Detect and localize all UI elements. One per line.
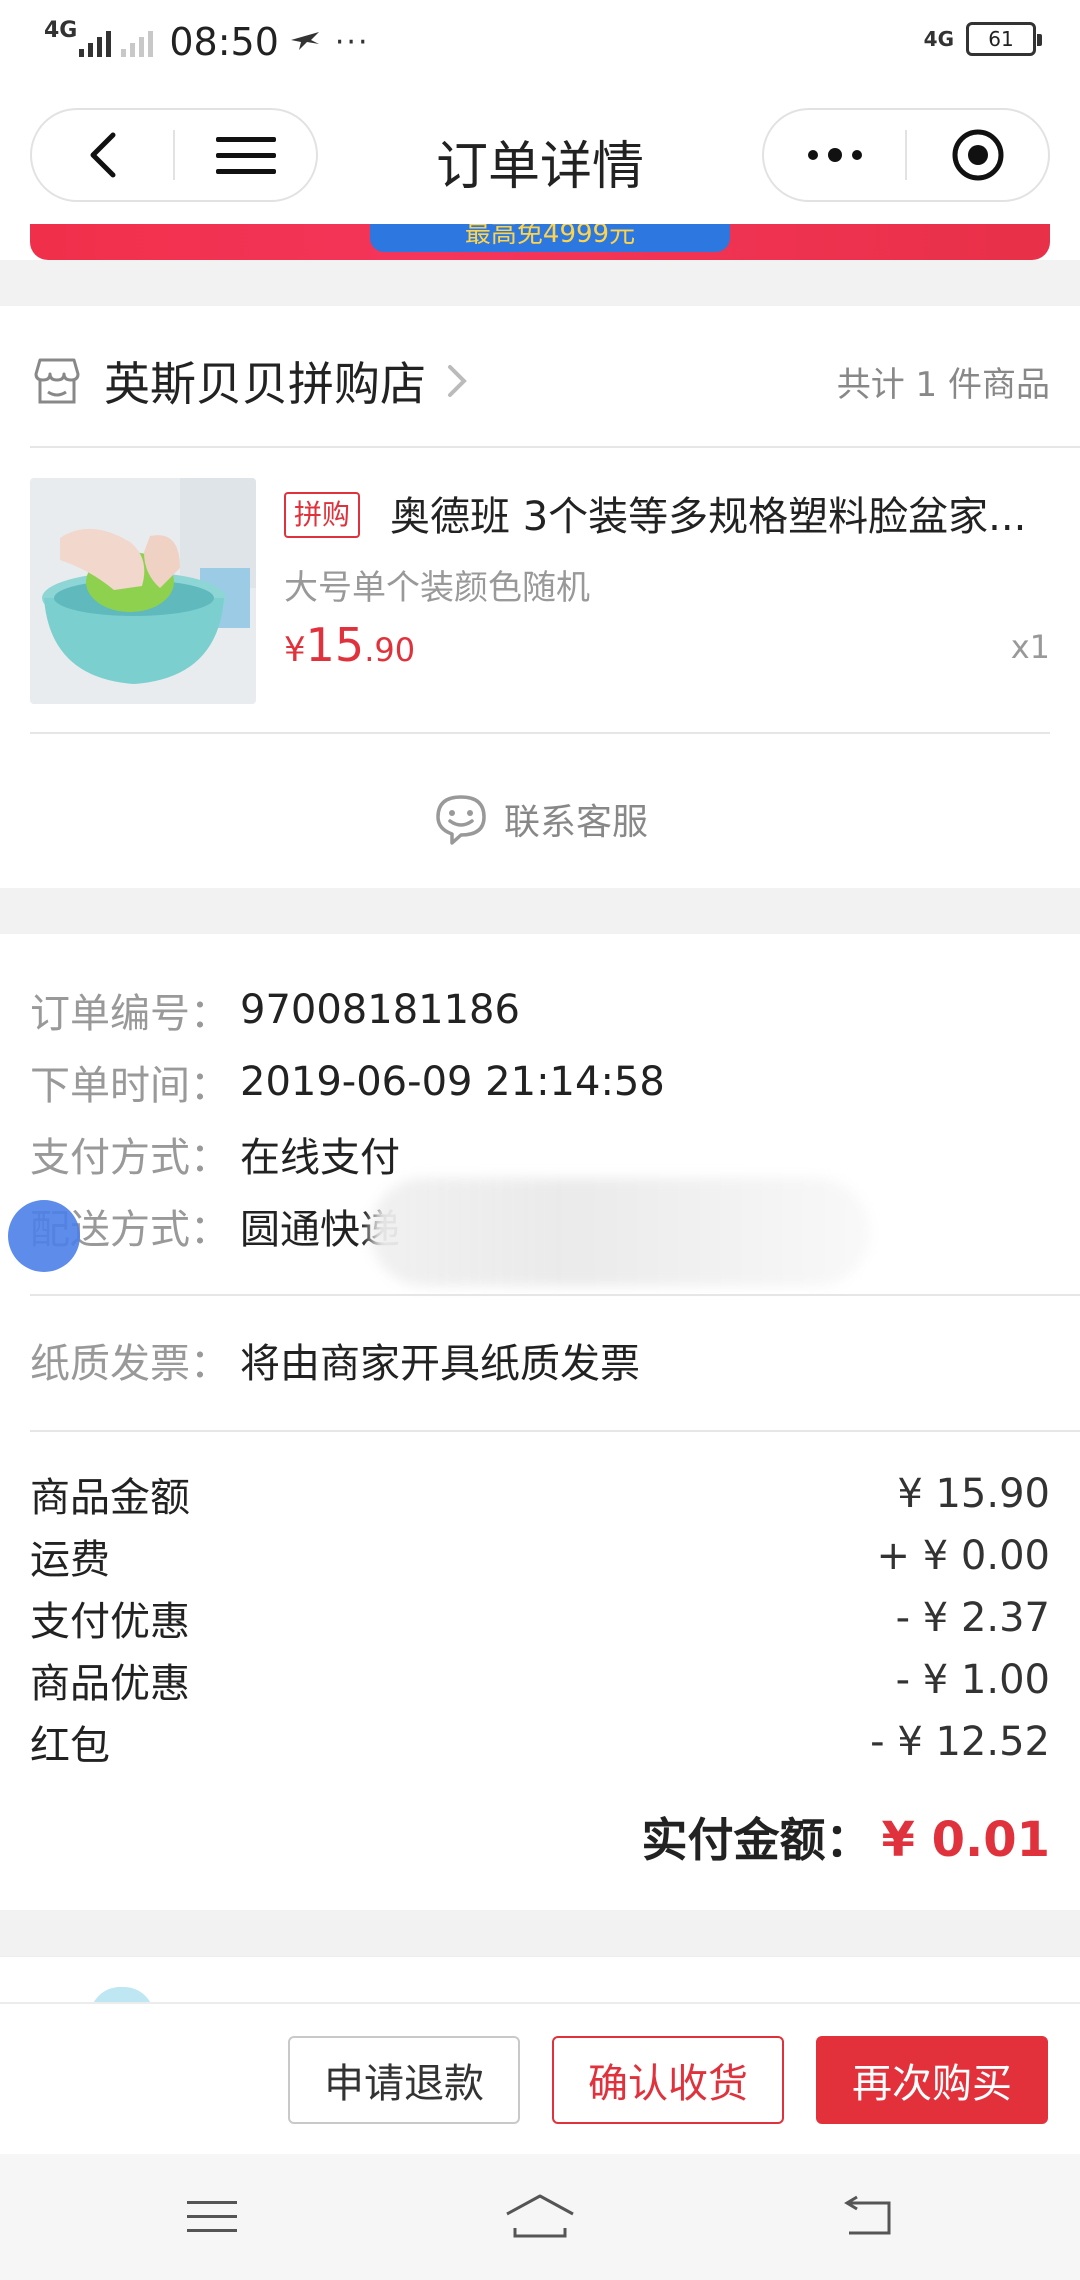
amount-value: - ¥ 1.00 (895, 1657, 1050, 1703)
section-gap (0, 260, 1080, 306)
invoice-row: 纸质发票： 将由商家开具纸质发票 (30, 1330, 1050, 1390)
amount-row-payment-discount: 支付优惠 - ¥ 2.37 (30, 1588, 1050, 1648)
contact-service-label: 联系客服 (503, 802, 648, 843)
invoice-label: 纸质发票： (30, 1341, 230, 1387)
contact-service-button[interactable]: 联系客服 (0, 784, 1080, 854)
more-button[interactable] (764, 110, 905, 200)
system-navigation-bar (0, 2154, 1080, 2280)
status-left: 4G 08:50 ··· (44, 18, 370, 66)
payment-method-label: 支付方式： (30, 1135, 230, 1181)
order-time-value: 2019-06-09 21:14:58 (240, 1059, 665, 1105)
order-time-row: 下单时间： 2019-06-09 21:14:58 (30, 1052, 1050, 1112)
total-paid: 实付金额： ¥ 0.01 (641, 1804, 1050, 1870)
battery-icon: 61 (966, 22, 1042, 56)
group-buy-tag: 拼购 (284, 492, 361, 538)
home-button[interactable] (500, 2182, 580, 2252)
product-quantity: x1 (1010, 628, 1050, 666)
order-number-value[interactable]: 97008181186 (240, 987, 520, 1033)
amount-label: 支付优惠 (30, 1599, 190, 1645)
order-time-label: 下单时间： (30, 1063, 230, 1109)
amount-value: - ¥ 12.52 (870, 1719, 1050, 1765)
nav-bar: 订单详情 (0, 84, 1080, 224)
product-image[interactable] (30, 478, 256, 704)
more-dots-icon (807, 148, 862, 162)
amount-row-goods-discount: 商品优惠 - ¥ 1.00 (30, 1650, 1050, 1710)
network-type-right: 4G (923, 27, 954, 51)
signal-icon (79, 27, 112, 57)
item-count: 共计 1 件商品 (836, 364, 1050, 405)
next-section-peek (0, 1956, 1080, 2027)
buy-again-button[interactable]: 再次购买 (816, 2036, 1048, 2124)
network-type: 4G (44, 17, 78, 43)
banner-text: 最高免4999元 (370, 224, 730, 252)
shop-name[interactable]: 英斯贝贝拼购店 (104, 348, 426, 414)
target-icon (952, 129, 1003, 181)
divider (30, 446, 1080, 448)
divider (30, 1294, 1080, 1296)
amount-value: + ¥ 0.00 (876, 1533, 1050, 1579)
store-icon (34, 358, 80, 404)
home-icon (506, 2194, 574, 2238)
return-icon (844, 2195, 891, 2235)
request-refund-button[interactable]: 申请退款 (288, 2036, 520, 2124)
status-time: 08:50 (169, 20, 279, 64)
status-more: ··· (334, 24, 370, 60)
order-number-row: 订单编号： 97008181186 (30, 980, 1050, 1040)
amount-row-shipping: 运费 + ¥ 0.00 (30, 1526, 1050, 1586)
payment-method-row: 支付方式： 在线支付 (30, 1124, 1050, 1184)
divider (30, 1430, 1080, 1432)
amount-row-goods: 商品金额 ¥ 15.90 (30, 1464, 1050, 1524)
promo-banner[interactable]: 最高免4999元 (30, 224, 1050, 260)
price-decimal: .90 (364, 631, 416, 669)
back-system-button[interactable] (828, 2182, 908, 2252)
amount-row-red-packet: 红包 - ¥ 12.52 (30, 1712, 1050, 1772)
redaction-blur (370, 1178, 870, 1286)
total-paid-value: ¥ 0.01 (881, 1812, 1050, 1868)
amount-label: 红包 (30, 1723, 110, 1769)
price-integer: 15 (305, 618, 365, 672)
shop-header[interactable]: 英斯贝贝拼购店 共计 1 件商品 (30, 346, 1050, 416)
nav-capsule-right (762, 108, 1050, 202)
amount-value: - ¥ 2.37 (895, 1595, 1050, 1641)
shop-card: 英斯贝贝拼购店 共计 1 件商品 拼购 奥德班 3个装等多规格塑料脸盆家... … (0, 306, 1080, 888)
product-item[interactable]: 拼购 奥德班 3个装等多规格塑料脸盆家... 大号单个装颜色随机 ¥15.90 … (30, 478, 1050, 704)
signal-secondary-icon (121, 27, 154, 57)
section-gap (0, 1910, 1080, 1956)
menu-lines-icon (187, 2201, 237, 2232)
chat-smile-icon (436, 795, 486, 845)
status-right: 4G 61 (923, 22, 1042, 56)
invoice-value: 将由商家开具纸质发票 (240, 1341, 640, 1387)
product-spec: 大号单个装颜色随机 (284, 568, 590, 608)
amount-label: 商品优惠 (30, 1661, 190, 1707)
amount-label: 商品金额 (30, 1475, 190, 1521)
order-number-label: 订单编号： (30, 991, 230, 1037)
order-info-card: 订单编号： 97008181186 下单时间： 2019-06-09 21:14… (0, 934, 1080, 1910)
product-title[interactable]: 奥德班 3个装等多规格塑料脸盆家... (390, 484, 1050, 542)
amount-label: 运费 (30, 1537, 110, 1583)
battery-level: 61 (988, 27, 1014, 51)
recent-apps-button[interactable] (172, 2182, 252, 2252)
bird-icon (290, 32, 319, 50)
payment-method-value: 在线支付 (240, 1135, 400, 1181)
floating-assist-button[interactable] (8, 1200, 80, 1272)
section-gap (0, 888, 1080, 934)
product-price: ¥15.90 (284, 618, 415, 672)
divider (30, 732, 1050, 734)
bottom-action-bar: 申请退款 确认收货 再次购买 (0, 2002, 1080, 2154)
basin-image-icon (30, 478, 256, 704)
amount-value: ¥ 15.90 (897, 1471, 1050, 1517)
confirm-receipt-button[interactable]: 确认收货 (552, 2036, 784, 2124)
status-bar: 4G 08:50 ··· 4G 61 (0, 0, 1080, 84)
total-paid-label: 实付金额： (641, 1813, 872, 1867)
close-miniapp-button[interactable] (907, 110, 1048, 200)
chevron-right-icon (448, 365, 467, 397)
price-currency: ¥ (284, 630, 306, 670)
